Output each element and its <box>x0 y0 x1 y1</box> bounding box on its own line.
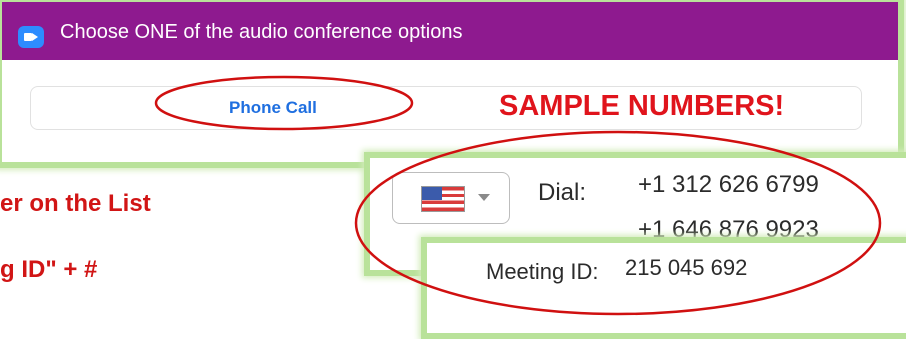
tab-phone-call[interactable]: Phone Call <box>229 98 317 118</box>
window-title: Choose ONE of the audio conference optio… <box>60 21 463 43</box>
background-instruction-line-1: er on the List <box>0 190 151 217</box>
audio-options-window: Choose ONE of the audio conference optio… <box>0 0 904 168</box>
meeting-id-panel: Meeting ID: 215 045 692 <box>421 237 906 339</box>
dial-number-1: +1 312 626 6799 <box>638 171 819 198</box>
meeting-id-label: Meeting ID: <box>486 259 599 284</box>
zoom-camera-icon <box>18 26 44 48</box>
meeting-id-value: 215 045 692 <box>625 255 748 280</box>
dial-label: Dial: <box>538 179 587 206</box>
background-instruction-line-2: g ID" + # <box>0 256 98 283</box>
sample-numbers-annotation: SAMPLE NUMBERS! <box>499 90 785 122</box>
country-dropdown[interactable] <box>392 172 510 224</box>
title-bar: Choose ONE of the audio conference optio… <box>2 2 898 60</box>
chevron-down-icon <box>478 194 490 201</box>
us-flag-icon <box>421 186 465 212</box>
